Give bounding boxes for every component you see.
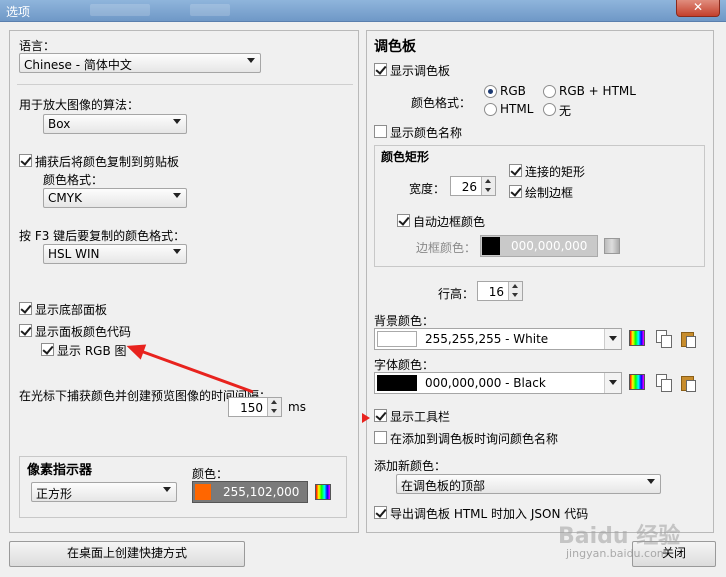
pixel-color-swatch [194,483,212,501]
copy-format-select[interactable]: CMYK [43,188,187,208]
border-color-label: 边框颜色： [416,241,477,255]
show-code-label: 显示面板颜色代码 [35,325,132,339]
export-json-checkbox[interactable] [374,506,387,519]
chevron-down-icon [173,249,181,254]
draw-border-label: 绘制边框 [525,186,574,200]
border-palette-icon [604,238,620,254]
show-bottom-label: 显示底部面板 [35,303,108,317]
chevron-down-icon [173,193,181,198]
show-toolbar-label: 显示工具栏 [390,410,451,424]
create-shortcut-button[interactable]: 在桌面上创建快捷方式 [9,541,245,567]
copy-after-checkbox[interactable] [19,154,32,167]
divider [17,84,353,85]
border-color-value: 000,000,000 [511,239,588,253]
radio-html-label: HTML [500,102,534,116]
watermark-url: jingyan.baidu.com [566,547,668,560]
show-names-label: 显示颜色名称 [390,126,463,140]
language-select[interactable]: Chinese - 简体中文 [19,53,261,73]
chevron-down-icon [609,336,617,341]
auto-border-label: 自动边框颜色 [413,215,486,229]
add-new-label: 添加新颜色： [374,459,447,473]
show-rgb-label: 显示 RGB 图 [57,344,127,358]
bg-palette-icon[interactable] [629,330,645,346]
font-color-combo[interactable]: 000,000,000 - Black [374,372,622,394]
spin-arrows-icon [508,282,522,300]
ask-name-label: 在添加到调色板时询问颜色名称 [390,432,559,446]
row-height-spinner[interactable]: 16 [477,281,523,301]
watermark-brand: Baidu 经验 [558,524,681,549]
palette-format-label: 颜色格式： [411,96,472,110]
pixel-indicator-title: 像素指示器 [27,463,93,478]
color-rect-title: 颜色矩形 [381,150,430,164]
rect-width-spinner[interactable]: 26 [450,176,496,196]
radio-rgb-html-label: RGB + HTML [559,84,636,98]
pixel-color-label: 颜色： [192,467,229,481]
connected-rect-label: 连接的矩形 [525,165,586,179]
title-ghost [190,4,230,16]
radio-rgb[interactable] [484,85,497,98]
radio-html[interactable] [484,103,497,116]
f3-format-label: 按 F3 键后要复制的颜色格式： [19,229,186,243]
window-title: 选项 [6,5,31,19]
show-toolbar-checkbox[interactable] [374,409,387,422]
bg-color-combo[interactable]: 255,255,255 - White [374,328,622,350]
copy-after-label: 捕获后将颜色复制到剪贴板 [35,155,180,169]
show-bottom-checkbox[interactable] [19,302,32,315]
radio-none-label: 无 [559,104,572,118]
radio-rgb-html[interactable] [543,85,556,98]
bg-color-value: 255,255,255 - White [425,332,549,346]
palette-title: 调色板 [374,39,416,55]
palette-grid-icon[interactable] [315,484,331,500]
pixel-color-field: 255,102,000 [192,481,308,503]
font-color-value: 000,000,000 - Black [425,376,546,390]
show-code-checkbox[interactable] [19,324,32,337]
border-color-swatch [482,237,500,255]
fg-palette-icon[interactable] [629,374,645,390]
connected-rect-checkbox[interactable] [509,164,522,177]
ask-name-checkbox[interactable] [374,431,387,444]
row-height-label: 行高： [438,287,475,301]
annotation-pointer-icon [362,413,370,423]
fg-copy-icon[interactable] [656,374,672,392]
algo-label: 用于放大图像的算法： [19,98,140,112]
algo-select[interactable]: Box [43,114,187,134]
font-color-label: 字体颜色： [374,358,435,372]
show-rgb-checkbox[interactable] [41,343,54,356]
chevron-down-icon [647,479,655,484]
language-label: 语言： [19,39,56,53]
spin-arrows-icon [267,398,281,416]
rect-width-label: 宽度： [409,182,446,196]
show-names-checkbox[interactable] [374,125,387,138]
title-bar: 选项 ✕ [0,0,726,22]
f3-format-select[interactable]: HSL WIN [43,244,187,264]
chevron-down-icon [609,380,617,385]
add-new-select[interactable]: 在调色板的顶部 [396,474,661,494]
border-color-field: 000,000,000 [480,235,598,257]
copy-format-label: 颜色格式： [43,173,104,187]
radio-rgb-label: RGB [500,84,526,98]
spin-arrows-icon [481,177,495,195]
bg-paste-icon[interactable] [680,330,696,348]
title-ghost [90,4,150,16]
pixel-color-value: 255,102,000 [223,485,300,499]
show-palette-label: 显示调色板 [390,64,451,78]
auto-border-checkbox[interactable] [397,214,410,227]
show-palette-checkbox[interactable] [374,63,387,76]
fg-paste-icon[interactable] [680,374,696,392]
chevron-down-icon [173,119,181,124]
interval-spinner[interactable]: 150 [228,397,282,417]
font-color-swatch [377,375,417,391]
window-close-button[interactable]: ✕ [676,0,720,17]
bg-color-swatch [377,331,417,347]
chevron-down-icon [163,487,171,492]
radio-none[interactable] [543,103,556,116]
draw-border-checkbox[interactable] [509,185,522,198]
bg-color-label: 背景颜色： [374,314,435,328]
bg-copy-icon[interactable] [656,330,672,348]
pixel-shape-select[interactable]: 正方形 [31,482,177,502]
interval-unit: ms [288,400,306,414]
chevron-down-icon [247,58,255,63]
